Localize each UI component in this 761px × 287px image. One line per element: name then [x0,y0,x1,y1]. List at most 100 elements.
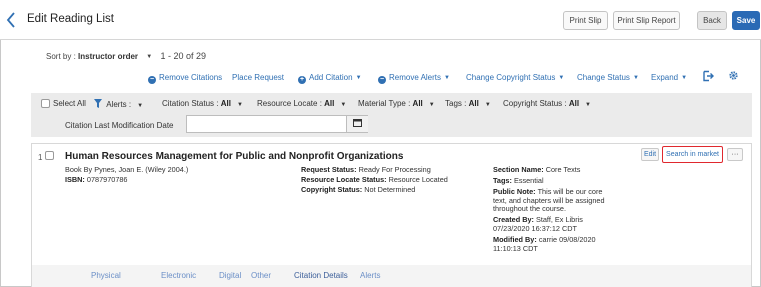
expand-label: Expand [651,73,679,82]
alerts-label: Alerts : [106,100,132,109]
created-line-1: Staff, Ex Libris [535,215,583,224]
resource-locate-filter[interactable]: Resource Locate : All ▼ [257,99,346,108]
public-note: Public Note: This will be our core text,… [493,187,633,213]
created-line-2: 07/23/2020 16:37:12 CDT [493,224,577,233]
change-copyright-label: Change Copyright Status [466,73,556,82]
edit-button[interactable]: Edit [641,148,659,161]
back-button[interactable]: Back [697,11,727,30]
public-note-line-3: throughout the course. [493,204,567,213]
date-filter-label: Citation Last Modification Date [65,121,174,130]
alerts-filter[interactable]: Alerts : ▼ [94,99,143,109]
citation-status-value: All [220,99,231,108]
calendar-icon[interactable] [346,116,368,132]
more-actions-button[interactable]: ··· [727,148,743,161]
citation-status-label: Citation Status : [162,99,221,108]
export-icon[interactable] [702,70,714,84]
select-all-checkbox[interactable]: Select All [41,99,86,108]
expand-button[interactable]: Expand ▼ [651,73,687,82]
copyright-status-value-card: Not Determined [364,185,416,194]
copyright-status-label-card: Copyright Status: [301,185,365,194]
place-request-label: Place Request [232,73,285,82]
result-range: 1 - 20 of 29 [160,51,206,61]
date-filter-input[interactable] [186,115,368,133]
request-status-label: Request Status: [301,165,359,174]
public-note-label: Public Note: [493,187,538,196]
chevron-down-icon[interactable]: ▼ [146,54,152,60]
tags-value-card: Essential [513,176,544,185]
copyright-status-filter[interactable]: Copyright Status : All ▼ [503,99,591,108]
tags-label-card: Tags: [493,176,514,185]
modified-by: Modified By: carrie 09/08/2020 11:10:13 … [493,235,633,253]
gear-icon[interactable] [728,70,739,83]
select-all-label: Select All [53,99,86,108]
section-row: Section Name: Core Texts [493,165,633,175]
print-slip-button[interactable]: Print Slip [563,11,608,30]
citation-title[interactable]: Human Resources Management for Public an… [65,151,403,162]
add-citation-label: Add Citation [309,73,353,82]
chevron-down-icon: ▼ [632,75,639,81]
public-note-line-1: This will be our core [537,187,603,196]
request-status-row: Request Status: Ready For Processing [301,165,448,175]
sort-dropdown[interactable]: Instructor order [78,52,138,61]
copyright-status-value: All [568,99,580,108]
citation-byline: Book By Pynes, Joan E. (Wiley 2004.) [65,165,189,174]
tab-other[interactable]: Other [251,271,271,280]
tags-filter[interactable]: Tags : All ▼ [445,99,491,108]
chevron-down-icon: ▼ [340,102,347,108]
sort-control: Sort by : Instructor order ▼ 1 - 20 of 2… [46,51,206,61]
citation-checkbox[interactable] [45,151,54,160]
chevron-down-icon: ▼ [558,75,565,81]
chevron-down-icon: ▼ [137,103,144,109]
tags-label: Tags : [445,99,469,108]
place-request-button[interactable]: Place Request [232,73,284,82]
material-type-filter[interactable]: Material Type : All ▼ [358,99,435,108]
add-citation-button[interactable]: + Add Citation ▼ [298,73,362,84]
tab-digital[interactable]: Digital [219,271,241,280]
citation-col-2: Request Status: Ready For Processing Res… [301,165,448,195]
citation-col-1: Book By Pynes, Joan E. (Wiley 2004.) ISB… [65,165,188,185]
minus-circle-icon: − [148,76,156,84]
section-value: Core Texts [545,165,581,174]
citation-status-filter[interactable]: Citation Status : All ▼ [162,99,243,108]
remove-alerts-button[interactable]: − Remove Alerts ▼ [378,73,450,84]
chevron-down-icon: ▼ [428,102,435,108]
tab-alerts[interactable]: Alerts [360,271,380,280]
tags-row: Tags: Essential [493,176,633,186]
checkbox[interactable] [41,99,50,108]
request-status-value: Ready For Processing [358,165,431,174]
search-in-market-button[interactable]: Search in market [662,146,723,163]
modified-label: Modified By: [493,235,539,244]
page-header: Edit Reading List Print Slip Print Slip … [0,0,761,40]
resource-locate-status-value: Resource Located [388,175,448,184]
modified-line-2: 11:10:13 CDT [493,244,538,253]
remove-citations-button[interactable]: − Remove Citations [148,73,222,84]
print-slip-report-button[interactable]: Print Slip Report [613,11,680,30]
copyright-status-row: Copyright Status: Not Determined [301,185,448,195]
filter-bar: Select All Alerts : ▼ Citation Status : A… [31,93,752,137]
plus-circle-icon: + [298,76,306,84]
tab-physical[interactable]: Physical [91,271,121,280]
change-status-button[interactable]: Change Status ▼ [577,73,639,82]
copyright-status-label: Copyright Status : [503,99,569,108]
save-button[interactable]: Save [732,11,760,30]
row-number: 1 [38,153,43,162]
material-type-value: All [412,99,423,108]
change-copyright-status-button[interactable]: Change Copyright Status ▼ [466,73,564,82]
created-by: Created By: Staff, Ex Libris 07/23/2020 … [493,215,633,233]
isbn-row: ISBN: 0787970786 [65,175,188,185]
citation-col-3: Section Name: Core Texts Tags: Essential… [493,165,633,253]
citation-tabs: Physical Electronic Digital Other Citati… [32,265,751,287]
created-label: Created By: [493,215,536,224]
minus-circle-icon: − [378,76,386,84]
tab-citation-details[interactable]: Citation Details [294,271,348,280]
resource-locate-label: Resource Locate : [257,99,325,108]
material-type-label: Material Type : [358,99,413,108]
chevron-down-icon: ▼ [681,75,688,81]
chevron-left-icon[interactable] [4,10,20,30]
resource-locate-row: Resource Locate Status: Resource Located [301,175,448,185]
change-status-label: Change Status [577,73,630,82]
page-title: Edit Reading List [27,13,114,25]
tab-electronic[interactable]: Electronic [161,271,196,280]
chevron-down-icon: ▼ [585,102,591,108]
sort-label: Sort by : [46,52,79,61]
